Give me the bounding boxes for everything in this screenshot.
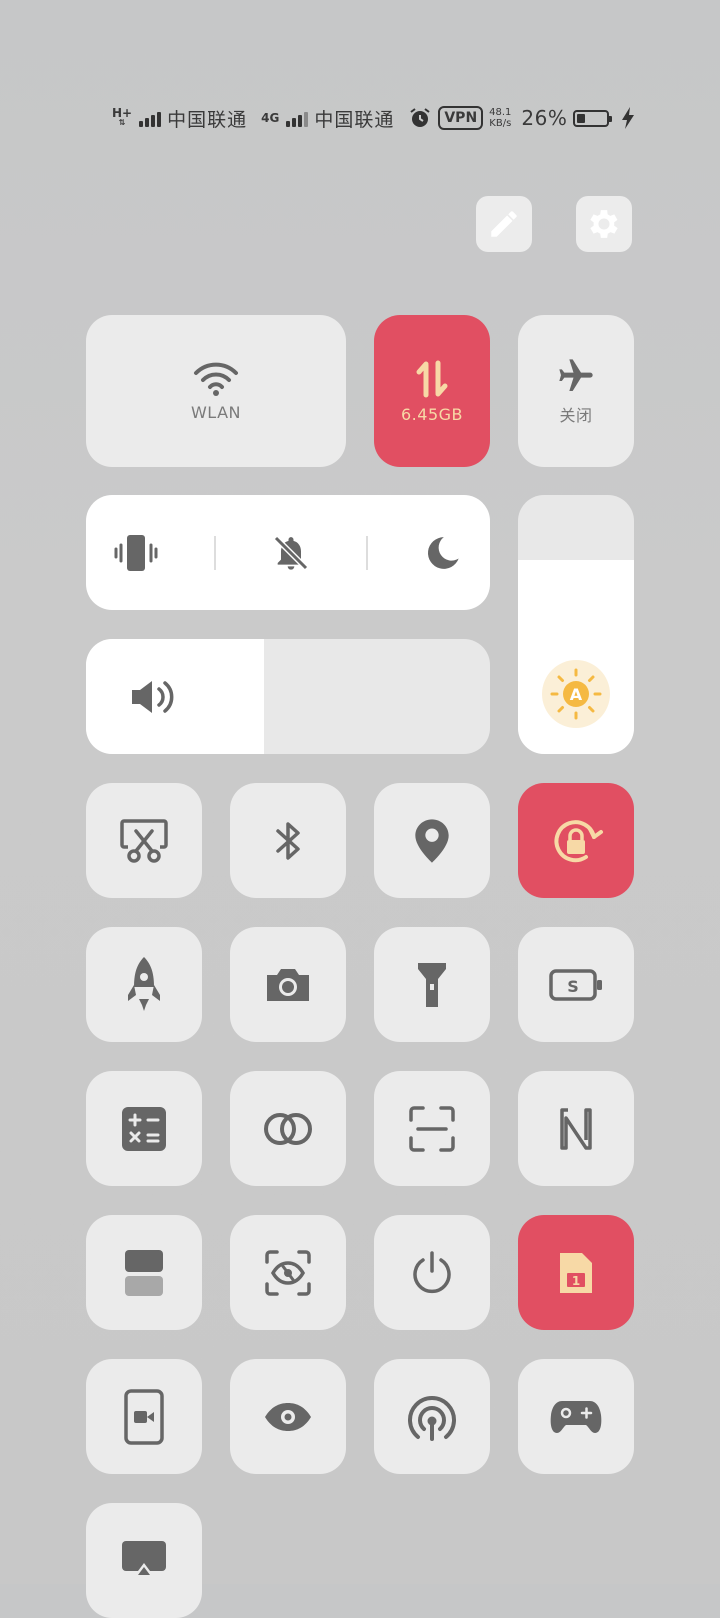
auto-brightness-button[interactable]: A — [542, 660, 610, 728]
status-bar: H+ ⇅ 中国联通 4G 中国联通 VPN 48.1 KB/s 26% — [112, 100, 635, 136]
screenshot-scissors-icon — [120, 818, 168, 863]
power-icon — [413, 1250, 451, 1293]
screen-recording-button[interactable] — [86, 1359, 202, 1474]
auto-brightness-icon: A — [550, 668, 602, 720]
screenshot-button[interactable] — [86, 783, 202, 898]
flashlight-icon — [418, 962, 446, 1007]
wifi-icon — [194, 362, 238, 396]
rotation-lock-icon — [554, 819, 603, 862]
game-boost-button[interactable] — [86, 927, 202, 1042]
divider — [365, 535, 368, 570]
vpn-badge: VPN — [438, 106, 484, 130]
link-share-button[interactable] — [230, 1071, 346, 1186]
camera-icon — [267, 968, 309, 1001]
gear-icon — [590, 210, 618, 238]
wlan-label: WLAN — [190, 402, 241, 422]
carrier-name-2: 中国联通 — [314, 108, 395, 131]
vibrate-mode-button[interactable] — [113, 533, 159, 573]
battery-saver-icon: S — [549, 968, 602, 1001]
volume-slider[interactable] — [86, 639, 490, 754]
svg-text:A: A — [570, 685, 583, 704]
rotation-lock-toggle[interactable] — [518, 783, 634, 898]
pencil-icon — [491, 211, 517, 237]
eye-icon — [265, 1402, 311, 1431]
game-mode-button[interactable] — [518, 1359, 634, 1474]
battery-saver-toggle[interactable]: S — [518, 927, 634, 1042]
speaker-icon — [132, 680, 174, 713]
mobile-data-toggle[interactable]: 6.45GB — [374, 315, 490, 467]
moon-icon — [427, 536, 459, 569]
scan-icon — [409, 1105, 455, 1152]
hotspot-icon — [408, 1395, 456, 1441]
airplane-mode-toggle[interactable]: 关闭 — [518, 315, 634, 467]
airplane-icon — [559, 359, 593, 391]
sim-card-selector[interactable]: 1 — [518, 1215, 634, 1330]
eye-scan-icon — [265, 1249, 311, 1296]
gamepad-icon — [550, 1400, 602, 1433]
edit-button[interactable] — [476, 196, 532, 252]
do-not-disturb-button[interactable] — [423, 533, 463, 573]
hotspot-toggle[interactable] — [374, 1359, 490, 1474]
divider — [214, 535, 217, 570]
network-type-1: H+ ⇅ — [112, 106, 133, 127]
location-toggle[interactable] — [374, 783, 490, 898]
eye-protection-scan-button[interactable] — [230, 1215, 346, 1330]
rocket-icon — [128, 956, 160, 1011]
bluetooth-toggle[interactable] — [230, 783, 346, 898]
nfc-icon — [560, 1107, 592, 1150]
carrier-name-1: 中国联通 — [167, 108, 248, 131]
alarm-icon — [408, 106, 432, 130]
signal-strength-icon — [286, 109, 309, 127]
airplane-mode-label: 关闭 — [559, 406, 593, 425]
split-screen-button[interactable] — [86, 1215, 202, 1330]
link-icon — [264, 1112, 312, 1145]
data-usage-label: 6.45GB — [401, 404, 463, 424]
eye-comfort-toggle[interactable] — [230, 1359, 346, 1474]
network-type-2: 4G — [261, 111, 280, 125]
mute-mode-button[interactable] — [271, 533, 311, 573]
signal-strength-icon — [139, 109, 162, 127]
brightness-slider[interactable]: A — [518, 495, 634, 754]
svg-text:S: S — [567, 977, 579, 996]
battery-icon — [573, 109, 613, 127]
svg-text:1: 1 — [572, 1274, 580, 1288]
data-transfer-icon — [416, 360, 448, 397]
wlan-toggle[interactable]: WLAN — [86, 315, 346, 467]
calculator-button[interactable] — [86, 1071, 202, 1186]
scan-button[interactable] — [374, 1071, 490, 1186]
settings-button[interactable] — [576, 196, 632, 252]
bluetooth-icon — [276, 821, 300, 860]
split-screen-icon — [125, 1249, 163, 1296]
vibrate-icon — [114, 534, 158, 571]
camera-button[interactable] — [230, 927, 346, 1042]
bell-off-icon — [273, 535, 309, 570]
flashlight-toggle[interactable] — [374, 927, 490, 1042]
charging-icon — [621, 107, 635, 129]
network-speed: 48.1 KB/s — [489, 107, 512, 129]
sound-mode-selector — [86, 495, 490, 610]
power-button[interactable] — [374, 1215, 490, 1330]
screen-cast-button[interactable] — [86, 1503, 202, 1618]
calculator-icon — [122, 1106, 166, 1151]
nfc-toggle[interactable] — [518, 1071, 634, 1186]
screen-cast-icon — [122, 1541, 166, 1575]
sim-card-icon: 1 — [560, 1252, 592, 1293]
location-pin-icon — [415, 818, 449, 863]
battery-percentage: 26% — [521, 106, 568, 130]
screen-record-icon — [124, 1388, 164, 1445]
